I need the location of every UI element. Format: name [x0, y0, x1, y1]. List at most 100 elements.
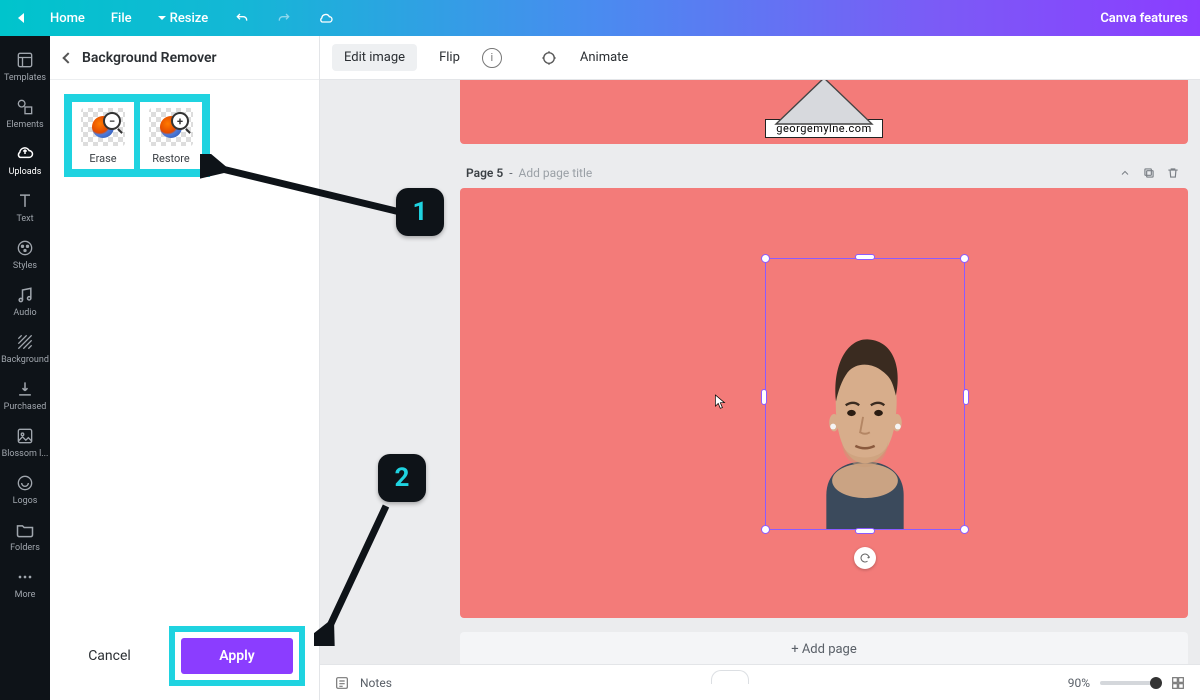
notes-button[interactable]: Notes [360, 676, 392, 690]
more-icon [15, 567, 35, 587]
undo-icon [234, 10, 250, 26]
restore-icon: + [149, 108, 193, 146]
rail-label: Background [1, 355, 49, 365]
chevron-up-icon [1119, 167, 1131, 179]
rail-folders[interactable]: Folders [0, 512, 50, 559]
page-label: Page 5 [466, 166, 503, 180]
rail-elements[interactable]: Elements [0, 89, 50, 136]
rail-templates[interactable]: Templates [0, 42, 50, 89]
rail-label: Templates [4, 73, 46, 83]
rail-label: Uploads [9, 167, 42, 177]
duplicate-icon [1142, 166, 1156, 180]
rail-brand[interactable]: Blossom l... [0, 418, 50, 465]
home-menu[interactable]: Home [44, 7, 91, 30]
resize-handle[interactable] [963, 389, 969, 405]
selected-image[interactable] [765, 258, 965, 530]
notes-icon [334, 675, 350, 691]
tool-label: Erase [89, 152, 116, 165]
folder-icon [15, 520, 35, 540]
text-icon [15, 191, 35, 211]
slider-knob[interactable] [1150, 677, 1162, 689]
undo-button[interactable] [228, 6, 256, 30]
canvas-scroll[interactable]: georgemylne.com Page 5 - Add page title [320, 80, 1200, 664]
page-collapse-button[interactable] [1116, 164, 1134, 182]
add-page-button[interactable]: + Add page [460, 632, 1188, 664]
zoom-slider[interactable] [1100, 681, 1160, 685]
rotate-icon [859, 552, 871, 564]
restore-tool[interactable]: + Restore [140, 102, 202, 169]
rail-label: Styles [13, 261, 37, 271]
bottom-bar: Notes 90% [320, 664, 1200, 700]
tool-label: Restore [152, 152, 190, 165]
audio-icon [15, 285, 35, 305]
rail-more[interactable]: More [0, 559, 50, 606]
resize-label: Resize [170, 11, 209, 26]
page-title-input[interactable]: Add page title [519, 166, 593, 180]
resize-menu[interactable]: Resize [152, 7, 215, 30]
rail-label: Elements [6, 120, 43, 130]
rail-logos[interactable]: Logos [0, 465, 50, 512]
apply-button[interactable]: Apply [181, 638, 293, 674]
chevron-left-icon [62, 52, 73, 63]
edit-image-button[interactable]: Edit image [332, 44, 417, 71]
side-rail: Templates Elements Uploads Text Styles A… [0, 36, 50, 700]
resize-handle[interactable] [960, 254, 969, 263]
context-toolbar: Edit image Flip i Animate [320, 36, 1200, 80]
resize-handle[interactable] [855, 528, 875, 534]
resize-handle[interactable] [761, 389, 767, 405]
grid-view-icon[interactable] [1170, 675, 1186, 691]
rail-label: Text [16, 214, 33, 224]
erase-restore-group: − Erase + Restore [64, 94, 210, 177]
page-duplicate-button[interactable] [1140, 164, 1158, 182]
uploads-icon [15, 144, 35, 164]
panel-title: Background Remover [82, 50, 217, 66]
rail-label: Purchased [4, 402, 47, 412]
page-canvas[interactable] [460, 188, 1188, 618]
redo-icon [276, 10, 292, 26]
rail-text[interactable]: Text [0, 183, 50, 230]
zoom-value: 90% [1068, 676, 1090, 690]
rail-audio[interactable]: Audio [0, 277, 50, 324]
rail-label: Logos [13, 496, 38, 506]
rail-label: Blossom l... [2, 449, 49, 459]
info-icon: i [491, 51, 494, 64]
redo-button[interactable] [270, 6, 298, 30]
rail-background[interactable]: Background [0, 324, 50, 371]
rail-uploads[interactable]: Uploads [0, 136, 50, 183]
page-thumb-toggle[interactable] [711, 670, 749, 684]
styles-icon [15, 238, 35, 258]
resize-handle[interactable] [761, 254, 770, 263]
resize-handle[interactable] [761, 525, 770, 534]
resize-handle[interactable] [960, 525, 969, 534]
page-delete-button[interactable] [1164, 164, 1182, 182]
background-icon [15, 332, 35, 352]
chevron-left-icon [18, 13, 24, 23]
apply-highlight: Apply [169, 626, 305, 686]
flip-button[interactable]: Flip [427, 44, 472, 71]
stand-icon [754, 80, 894, 130]
elements-icon [15, 97, 35, 117]
panel-header[interactable]: Background Remover [50, 36, 319, 80]
logo-icon [15, 473, 35, 493]
annotation-arrow-1 [200, 154, 410, 224]
rotate-handle[interactable] [854, 547, 876, 569]
rail-purchased[interactable]: Purchased [0, 371, 50, 418]
panel-actions: Cancel Apply [50, 612, 319, 700]
cursor-icon [714, 393, 728, 411]
erase-icon: − [81, 108, 125, 146]
resize-handle[interactable] [855, 254, 875, 260]
cloud-sync-button[interactable] [312, 6, 340, 30]
info-button[interactable]: i [482, 48, 502, 68]
back-button[interactable] [12, 9, 30, 27]
wand-icon [540, 49, 558, 67]
cancel-button[interactable]: Cancel [64, 638, 155, 674]
home-label: Home [50, 11, 85, 26]
file-menu[interactable]: File [105, 7, 138, 30]
cloud-icon [318, 10, 334, 26]
chevron-down-icon [158, 16, 166, 20]
rail-styles[interactable]: Styles [0, 230, 50, 277]
rail-label: More [15, 590, 36, 600]
file-label: File [111, 11, 132, 26]
erase-tool[interactable]: − Erase [72, 102, 134, 169]
animate-button[interactable]: Animate [568, 44, 640, 71]
